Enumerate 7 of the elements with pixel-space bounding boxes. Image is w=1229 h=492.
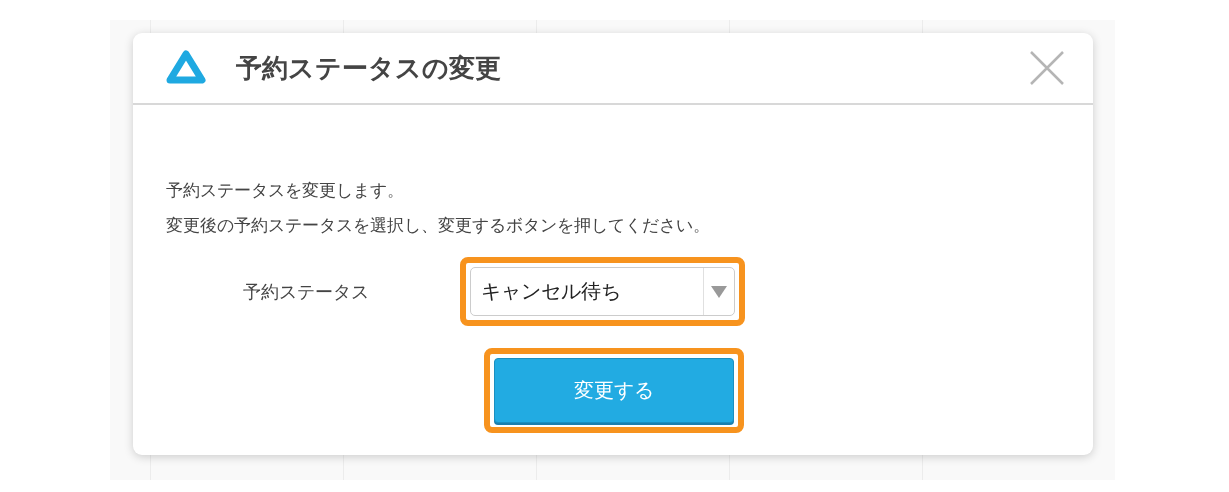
close-button[interactable]	[1029, 50, 1065, 86]
dropdown-arrow-icon	[711, 285, 727, 298]
message-text: 予約ステータスを変更します。	[166, 179, 405, 202]
status-dropdown[interactable]: キャンセル待ち	[470, 267, 735, 316]
field-label: 予約ステータス	[242, 279, 370, 304]
message-text: 変更後の予約ステータスを選択し、変更するボタンを押してください。	[166, 214, 711, 237]
dialog-title: 予約ステータスの変更	[236, 51, 502, 85]
